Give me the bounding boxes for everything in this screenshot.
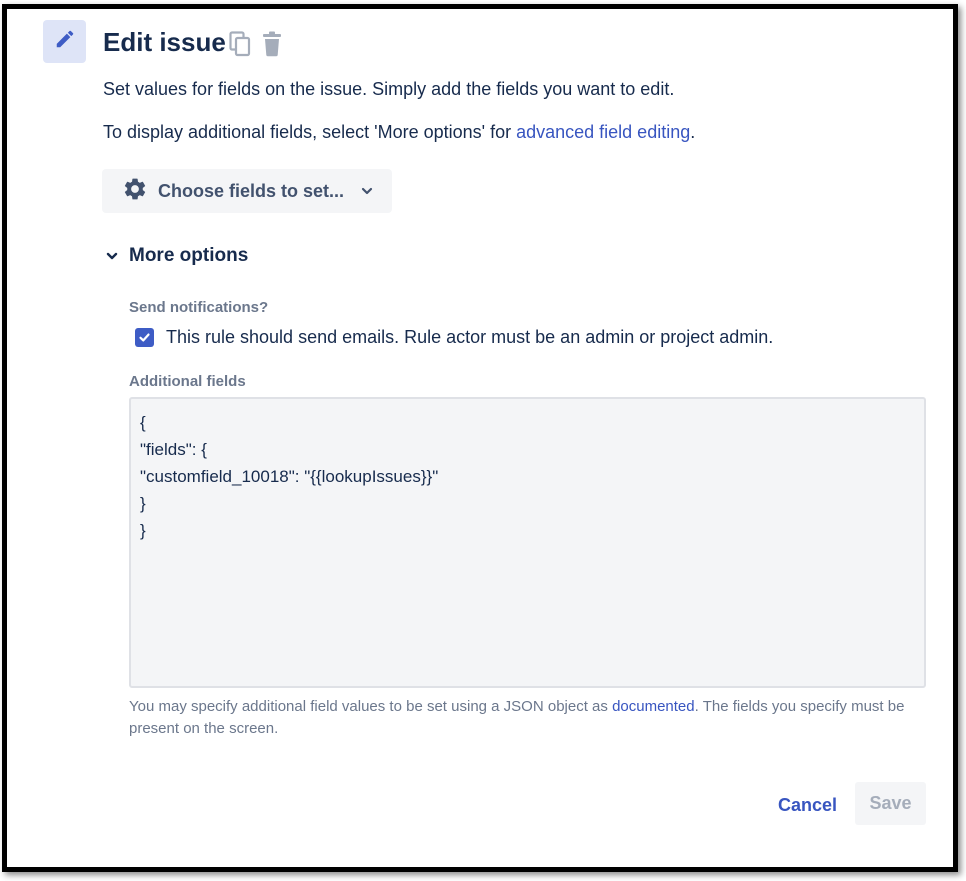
documented-link[interactable]: documented [612,698,695,715]
gear-icon [122,176,148,207]
choose-fields-button[interactable]: Choose fields to set... [102,169,392,213]
chevron-down-icon [360,184,374,198]
send-emails-text: This rule should send emails. Rule actor… [166,327,774,347]
more-options-label: More options [129,245,249,266]
additional-fields-help: You may specify additional field values … [129,696,929,740]
send-notifications-label: Send notifications? [129,299,269,316]
help-text: You may specify additional field values … [129,698,613,715]
advanced-field-editing-link[interactable]: advanced field editing [516,122,690,142]
choose-fields-label: Choose fields to set... [158,180,345,201]
chevron-down-icon [105,249,119,263]
send-emails-checkbox[interactable] [135,328,154,347]
description-line: Set values for fields on the issue. Simp… [103,79,675,99]
additional-fields-textarea[interactable]: { "fields": { "customfield_10018": "{{lo… [129,397,926,688]
advanced-editing-hint: To display additional fields, select 'Mo… [103,122,695,143]
hint-suffix: . [690,122,696,142]
page-title: Edit issue [103,27,226,57]
send-emails-option: This rule should send emails. Rule actor… [135,327,773,348]
edit-action-badge [43,20,86,63]
pencil-icon [54,28,76,55]
trash-icon[interactable] [261,31,283,57]
save-button[interactable]: Save [855,782,926,825]
additional-fields-label: Additional fields [129,373,246,390]
edit-issue-panel: Edit issue Set values for fields on the … [2,4,958,872]
more-options-toggle[interactable]: More options [105,245,248,267]
cancel-button[interactable]: Cancel [772,785,843,825]
hint-text: To display additional fields, select 'Mo… [103,122,517,142]
copy-icon[interactable] [229,31,251,57]
